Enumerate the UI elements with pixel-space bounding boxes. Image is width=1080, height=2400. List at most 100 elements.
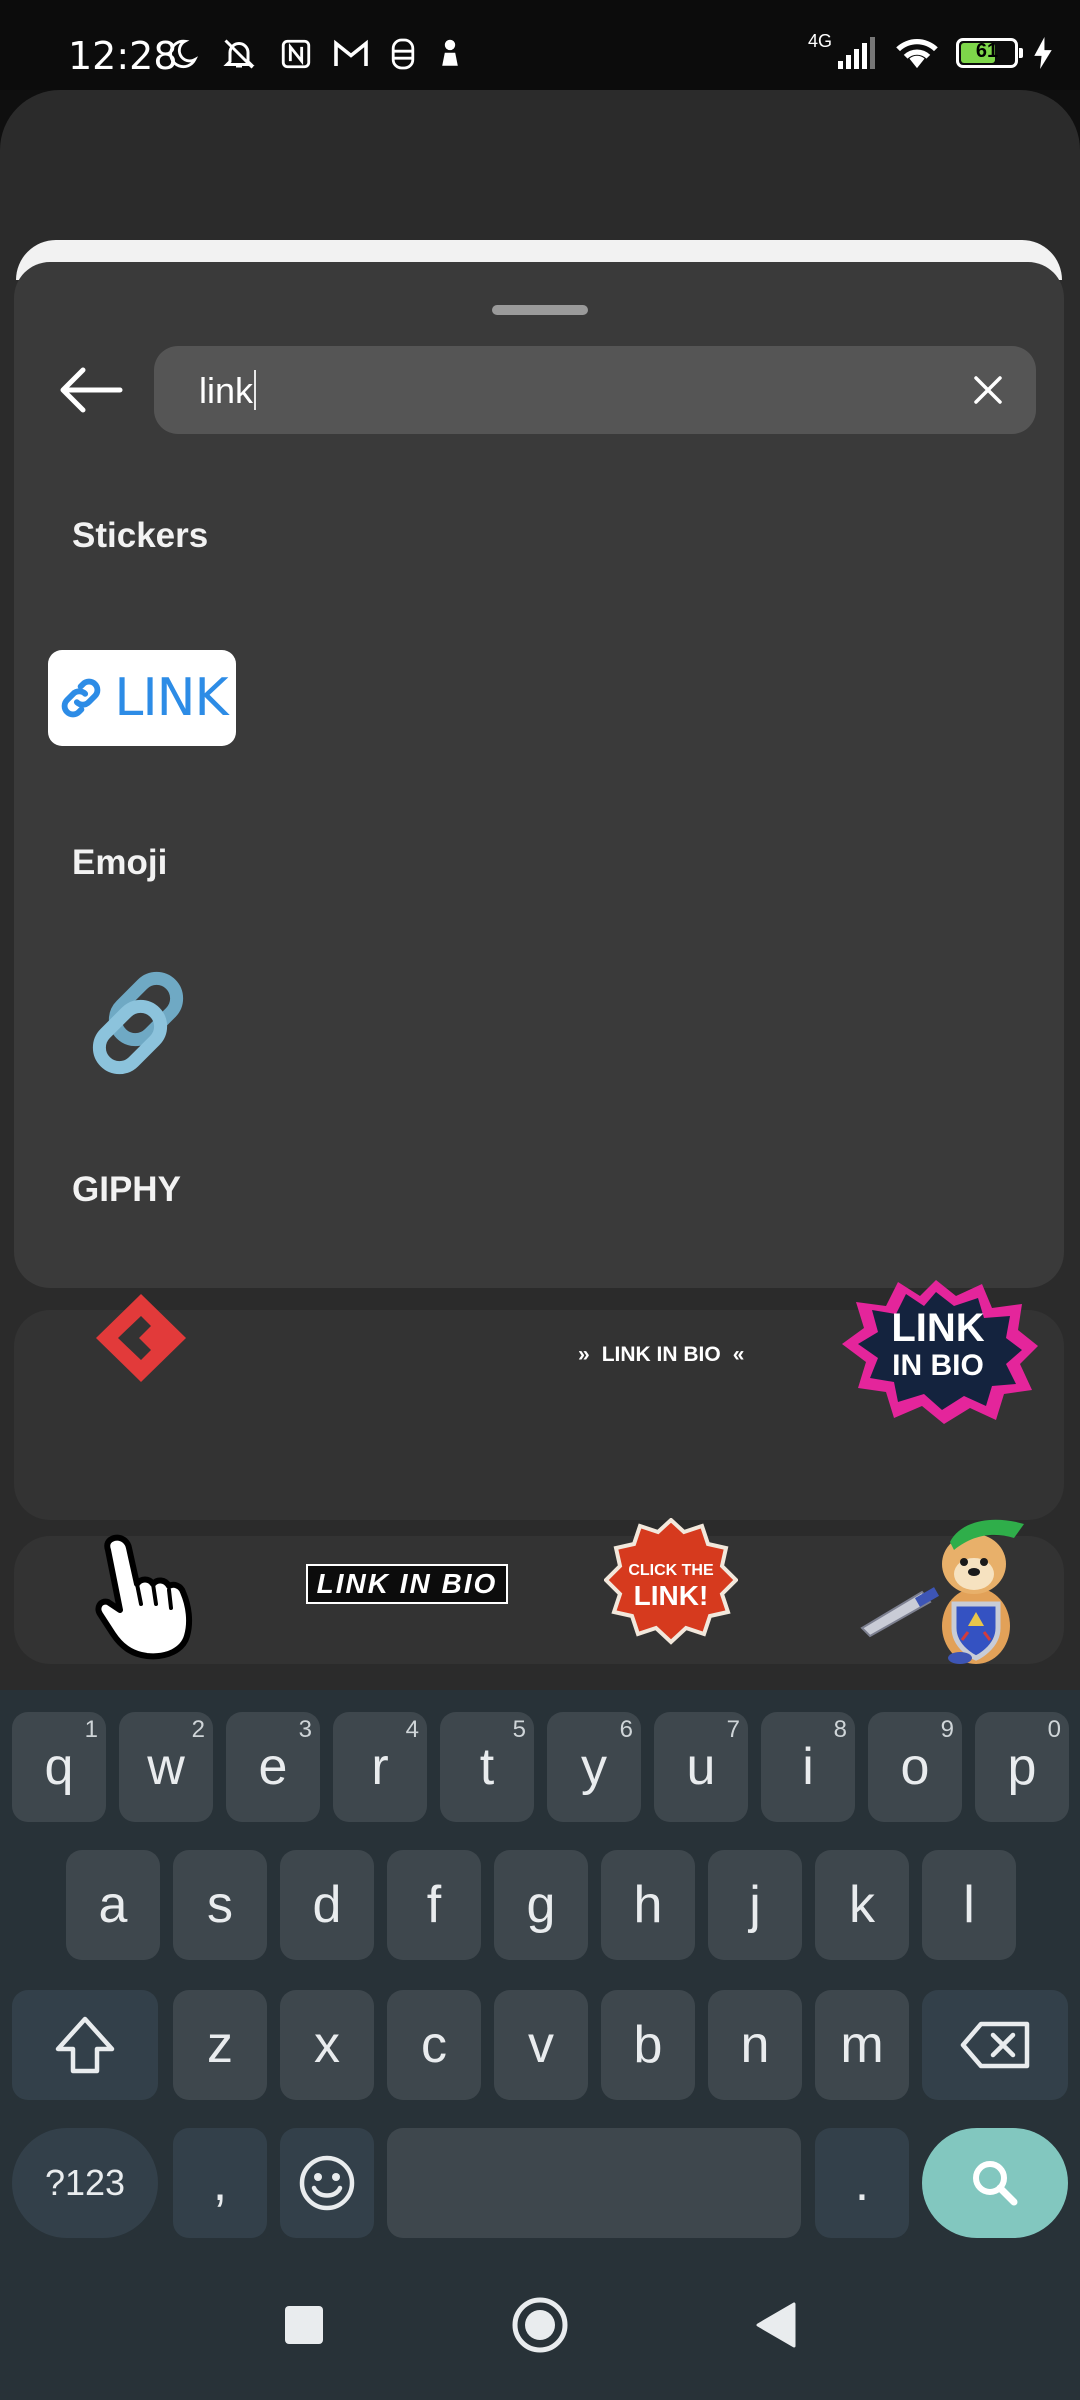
key-label: j <box>749 1876 761 1934</box>
giphy-section-title: GIPHY <box>72 1170 181 1209</box>
key-t[interactable]: t5 <box>440 1712 534 1822</box>
status-icons-left <box>165 36 463 72</box>
moon-icon <box>169 39 199 69</box>
key-a[interactable]: a <box>66 1850 160 1960</box>
search-icon <box>973 2161 1018 2206</box>
link-in-bio-arrows-gif[interactable]: » LINK IN BIO « <box>578 1340 768 1370</box>
key-label: a <box>98 1876 128 1934</box>
charging-icon <box>1034 37 1052 69</box>
chess-pawn-icon <box>442 39 458 66</box>
key-label: b <box>633 2016 663 2074</box>
pointing-hand-icon <box>95 1534 193 1660</box>
key-e[interactable]: e3 <box>226 1712 320 1822</box>
status-bar: 12:28 4G 61 <box>0 0 1080 90</box>
key-c[interactable]: c <box>387 1990 481 2100</box>
battery-level: 61 <box>975 40 999 62</box>
signal-icon <box>838 37 875 69</box>
space-key[interactable] <box>387 2128 801 2238</box>
key-r[interactable]: r4 <box>333 1712 427 1822</box>
period-key[interactable]: . <box>815 2128 909 2238</box>
key-label: u <box>686 1738 716 1796</box>
key-i[interactable]: i8 <box>761 1712 855 1822</box>
key-v[interactable]: v <box>494 1990 588 2100</box>
key-n[interactable]: n <box>708 1990 802 2100</box>
key-p[interactable]: p0 <box>975 1712 1069 1822</box>
key-hint: 8 <box>833 1716 847 1743</box>
search-key[interactable] <box>922 2128 1068 2238</box>
key-w[interactable]: w2 <box>119 1712 213 1822</box>
key-label: v <box>528 2016 554 2074</box>
comma-key[interactable]: , <box>173 2128 267 2238</box>
key-x[interactable]: x <box>280 1990 374 2100</box>
key-h[interactable]: h <box>601 1850 695 1960</box>
network-type: 4G <box>807 30 832 51</box>
key-b[interactable]: b <box>601 1990 695 2100</box>
link-icon <box>62 678 101 718</box>
key-label: w <box>147 1738 185 1796</box>
notifications-off-icon <box>223 39 255 69</box>
clear-search-button[interactable] <box>966 368 1010 412</box>
key-f[interactable]: f <box>387 1850 481 1960</box>
key-label: l <box>963 1876 975 1934</box>
home-button[interactable] <box>500 2285 580 2365</box>
shift-key[interactable] <box>12 1990 158 2100</box>
pointing-hand-gif[interactable] <box>86 1532 212 1660</box>
link-in-bio-black-gif[interactable]: LINK IN BIO <box>306 1564 508 1604</box>
key-k[interactable]: k <box>815 1850 909 1960</box>
status-time: 12:28 <box>68 34 178 78</box>
search-input[interactable]: link <box>199 370 257 413</box>
key-label: q <box>44 1738 74 1796</box>
square-icon <box>285 2306 323 2344</box>
key-label: . <box>854 2154 870 2212</box>
search-value: link <box>199 370 254 411</box>
smiley-icon <box>299 2155 355 2211</box>
key-l[interactable]: l <box>922 1850 1016 1960</box>
key-hint: 1 <box>84 1716 98 1743</box>
drag-handle[interactable] <box>492 305 588 315</box>
emoji-section-title: Emoji <box>72 843 168 882</box>
key-u[interactable]: u7 <box>654 1712 748 1822</box>
key-hint: 9 <box>940 1716 954 1743</box>
symbols-key[interactable]: ?123 <box>12 2128 158 2238</box>
key-m[interactable]: m <box>815 1990 909 2100</box>
key-label: f <box>426 1876 442 1934</box>
key-hint: 5 <box>512 1716 526 1743</box>
key-label: e <box>258 1738 288 1796</box>
backspace-key[interactable] <box>922 1990 1068 2100</box>
key-z[interactable]: z <box>173 1990 267 2100</box>
key-label: r <box>371 1738 389 1796</box>
back-nav-button[interactable] <box>736 2285 816 2365</box>
key-y[interactable]: y6 <box>547 1712 641 1822</box>
key-label: c <box>421 2016 447 2074</box>
click-the-link-gif[interactable]: CLICK THE LINK! <box>603 1517 739 1646</box>
navigation-bar <box>0 2245 1080 2400</box>
key-hint: 2 <box>191 1716 205 1743</box>
burst-line2: IN BIO <box>892 1349 984 1382</box>
click-link-line1: CLICK THE <box>628 1562 714 1579</box>
link-in-bio-burst-gif[interactable]: LINK IN BIO <box>836 1278 1040 1426</box>
link-in-bio-black-text: LINK IN BIO <box>316 1568 498 1599</box>
key-label: n <box>740 2016 770 2074</box>
key-s[interactable]: s <box>173 1850 267 1960</box>
cheems-link-gif[interactable] <box>858 1508 1030 1668</box>
key-g[interactable]: g <box>494 1850 588 1960</box>
back-button[interactable] <box>40 350 140 430</box>
key-o[interactable]: o9 <box>868 1712 962 1822</box>
link-sticker[interactable]: LINK <box>48 650 236 746</box>
key-q[interactable]: q1 <box>12 1712 106 1822</box>
symbols-key-label: ?123 <box>44 2162 126 2203</box>
emoji-key[interactable] <box>280 2128 374 2238</box>
key-label: s <box>207 1876 233 1934</box>
link-sticker-label: LINK <box>114 668 228 728</box>
search-field[interactable]: link <box>154 346 1036 434</box>
key-label: g <box>526 1876 556 1934</box>
red-logo-gif[interactable] <box>88 1292 194 1384</box>
recents-button[interactable] <box>264 2285 344 2365</box>
dog-hero-icon <box>860 1519 1024 1664</box>
key-label: p <box>1007 1738 1037 1796</box>
key-label: z <box>207 2016 233 2074</box>
chain-link-emoji[interactable] <box>80 962 200 1082</box>
key-d[interactable]: d <box>280 1850 374 1960</box>
key-j[interactable]: j <box>708 1850 802 1960</box>
red-diamond-logo-icon <box>96 1294 186 1382</box>
